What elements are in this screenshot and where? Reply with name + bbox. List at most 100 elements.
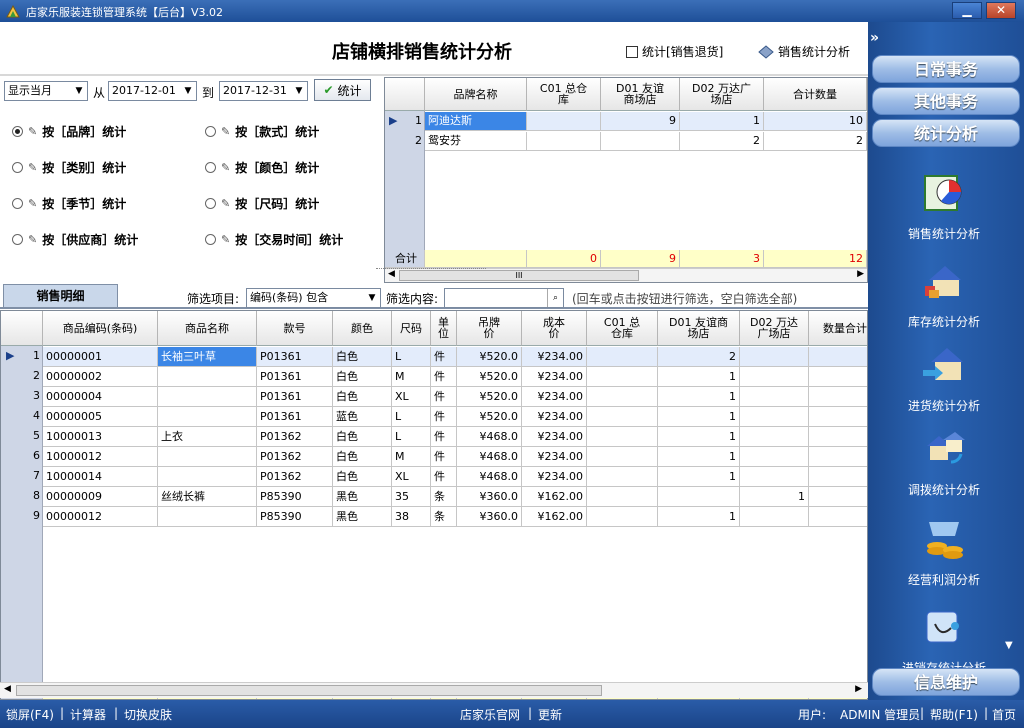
- table-cell[interactable]: ¥520.0: [457, 367, 522, 387]
- chevron-down-icon[interactable]: ▼: [291, 82, 307, 100]
- table-cell[interactable]: [809, 467, 867, 487]
- table-cell[interactable]: M: [392, 447, 431, 467]
- table-cell[interactable]: 鸳安芬: [425, 132, 527, 151]
- sidebar-item-pos[interactable]: 进销存统计分析: [868, 604, 1020, 676]
- col-tag-price[interactable]: 吊牌价: [457, 311, 522, 346]
- minimize-button[interactable]: ▁: [952, 2, 982, 19]
- stat-button[interactable]: ✔ 统计: [314, 79, 371, 101]
- website-link[interactable]: 店家乐官网: [460, 706, 520, 723]
- radio-dot[interactable]: [205, 198, 216, 209]
- sidebar-item-purchase[interactable]: 进货统计分析: [868, 342, 1020, 414]
- table-cell[interactable]: 00000004: [43, 387, 158, 407]
- group-by-brand[interactable]: ✎ 按［品牌］统计: [12, 123, 126, 140]
- table-cell[interactable]: P01362: [257, 427, 333, 447]
- table-cell[interactable]: [158, 407, 257, 427]
- table-cell[interactable]: 件: [431, 347, 457, 367]
- table-cell[interactable]: [740, 427, 809, 447]
- chevron-down-icon[interactable]: ▼: [180, 82, 196, 100]
- detail-grid-scrollbar[interactable]: ◀ ▶: [0, 682, 868, 698]
- table-cell[interactable]: [809, 387, 867, 407]
- col-total[interactable]: 合计数量: [764, 78, 867, 111]
- table-cell[interactable]: 10000012: [43, 447, 158, 467]
- table-cell[interactable]: ¥234.00: [522, 347, 587, 367]
- table-cell[interactable]: ¥162.00: [522, 487, 587, 507]
- table-cell[interactable]: [809, 507, 867, 527]
- table-cell[interactable]: 黑色: [333, 507, 392, 527]
- table-cell[interactable]: [158, 507, 257, 527]
- col-name[interactable]: 商品名称: [158, 311, 257, 346]
- table-cell[interactable]: ¥234.00: [522, 367, 587, 387]
- scroll-down-icon[interactable]: ▼: [1005, 640, 1013, 651]
- col-brand[interactable]: 品牌名称: [425, 78, 527, 111]
- table-cell[interactable]: 件: [431, 447, 457, 467]
- table-cell[interactable]: [587, 407, 658, 427]
- sidebar-item-profit[interactable]: 经营利润分析: [868, 516, 1020, 588]
- radio-dot[interactable]: [205, 162, 216, 173]
- table-cell[interactable]: P01361: [257, 347, 333, 367]
- table-cell[interactable]: ¥162.00: [522, 507, 587, 527]
- table-cell[interactable]: [809, 407, 867, 427]
- table-cell[interactable]: [740, 387, 809, 407]
- table-cell[interactable]: ¥360.0: [457, 487, 522, 507]
- table-cell[interactable]: 2: [764, 132, 867, 151]
- table-cell[interactable]: 件: [431, 427, 457, 447]
- col-cost[interactable]: 成本价: [522, 311, 587, 346]
- table-cell[interactable]: 阿迪达斯: [425, 112, 527, 131]
- radio-dot[interactable]: [205, 234, 216, 245]
- table-cell[interactable]: [809, 487, 867, 507]
- return-checkbox-box[interactable]: [626, 45, 638, 58]
- table-cell[interactable]: 35: [392, 487, 431, 507]
- table-cell[interactable]: [740, 507, 809, 527]
- switch-skin-link[interactable]: 切换皮肤: [124, 706, 172, 723]
- table-cell[interactable]: [740, 447, 809, 467]
- filter-content-input[interactable]: ⌕: [444, 288, 564, 308]
- table-cell[interactable]: ¥468.0: [457, 447, 522, 467]
- group-by-time[interactable]: ✎ 按［交易时间］统计: [205, 231, 343, 248]
- table-cell[interactable]: ¥234.00: [522, 427, 587, 447]
- to-date-picker[interactable]: 2017-12-31 ▼: [219, 81, 308, 101]
- scroll-left-icon[interactable]: ◀: [4, 684, 11, 694]
- table-cell[interactable]: P85390: [257, 487, 333, 507]
- chevron-down-icon[interactable]: ▼: [364, 289, 380, 307]
- table-cell[interactable]: [587, 387, 658, 407]
- col-c01[interactable]: C01 总仓库: [587, 311, 658, 346]
- group-by-style[interactable]: ✎ 按［款式］统计: [205, 123, 319, 140]
- scroll-thumb[interactable]: [16, 685, 602, 696]
- table-cell[interactable]: ¥468.0: [457, 467, 522, 487]
- table-cell[interactable]: [809, 347, 867, 367]
- search-icon[interactable]: ⌕: [547, 289, 563, 307]
- table-cell[interactable]: 件: [431, 407, 457, 427]
- table-cell[interactable]: ¥234.00: [522, 447, 587, 467]
- calculator-link[interactable]: 计算器: [70, 706, 106, 723]
- sidebar-item-inventory[interactable]: 库存统计分析: [868, 258, 1020, 330]
- table-cell[interactable]: 00000002: [43, 367, 158, 387]
- help-link[interactable]: 帮助(F1): [930, 706, 978, 723]
- table-cell[interactable]: 1: [740, 487, 809, 507]
- table-cell[interactable]: P01361: [257, 387, 333, 407]
- table-cell[interactable]: [587, 487, 658, 507]
- table-cell[interactable]: [587, 467, 658, 487]
- table-cell[interactable]: XL: [392, 467, 431, 487]
- table-cell[interactable]: 丝绒长裤: [158, 487, 257, 507]
- table-cell[interactable]: L: [392, 427, 431, 447]
- col-color[interactable]: 颜色: [333, 311, 392, 346]
- table-cell[interactable]: [809, 427, 867, 447]
- scroll-right-icon[interactable]: ▶: [855, 684, 862, 694]
- splitter-handle[interactable]: [376, 263, 486, 269]
- sidebar-item-sales[interactable]: 销售统计分析: [868, 170, 1020, 242]
- table-cell[interactable]: 00000001: [43, 347, 158, 367]
- radio-dot[interactable]: [12, 162, 23, 173]
- nav-statistics[interactable]: 统计分析: [872, 119, 1020, 147]
- table-cell[interactable]: P85390: [257, 507, 333, 527]
- table-cell[interactable]: P01361: [257, 367, 333, 387]
- table-cell[interactable]: M: [392, 367, 431, 387]
- table-cell[interactable]: 1: [658, 427, 740, 447]
- chevron-down-icon[interactable]: ▼: [71, 82, 87, 100]
- table-cell[interactable]: [158, 387, 257, 407]
- table-cell[interactable]: [740, 347, 809, 367]
- filter-item-select[interactable]: 编码(条码) 包含 ▼: [246, 288, 381, 308]
- col-d01[interactable]: D01 友谊商场店: [601, 78, 680, 111]
- table-cell[interactable]: ¥520.0: [457, 347, 522, 367]
- table-cell[interactable]: [587, 367, 658, 387]
- table-cell[interactable]: 2: [680, 132, 764, 151]
